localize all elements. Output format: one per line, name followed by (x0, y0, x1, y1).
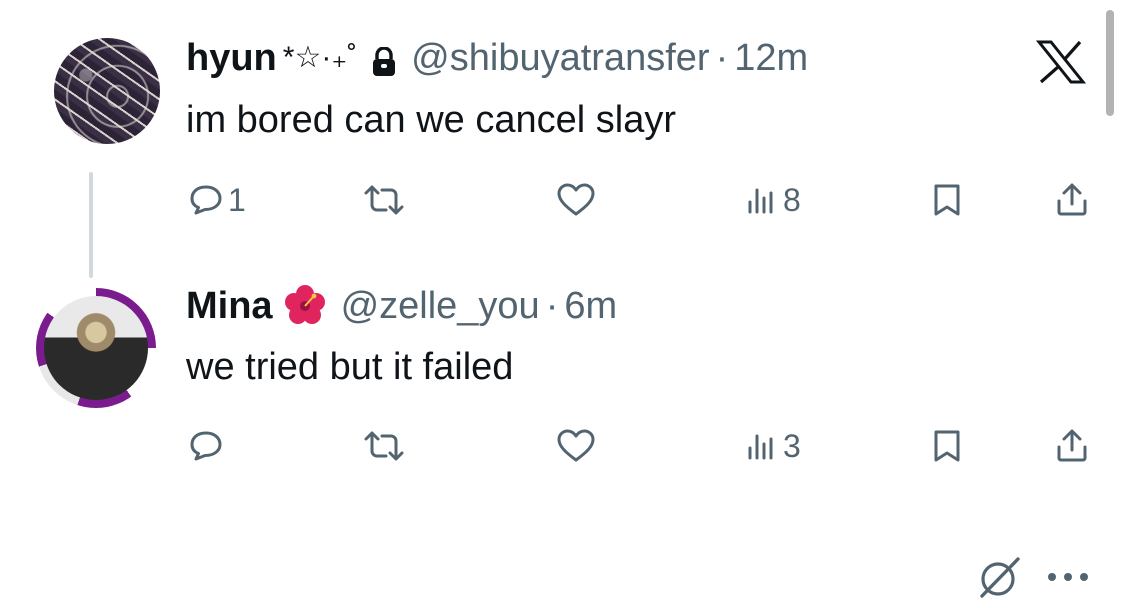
tweet-text: im bored can we cancel slayr (186, 99, 676, 141)
reply-count: 1 (228, 181, 246, 218)
heart-icon (557, 429, 595, 462)
reply-icon (190, 431, 222, 461)
hibiscus-emoji (283, 284, 327, 328)
views-button[interactable]: 8 (745, 178, 801, 222)
handle[interactable]: @zelle_you (341, 284, 540, 328)
share-button[interactable] (1054, 424, 1090, 468)
timestamp[interactable]: 12m (734, 36, 808, 80)
like-button[interactable] (556, 424, 596, 468)
x-logo-icon (1035, 40, 1087, 84)
retweet-icon (364, 431, 404, 461)
bookmark-button[interactable] (930, 424, 964, 468)
bookmark-icon (934, 184, 960, 216)
bookmark-icon (934, 430, 960, 462)
share-icon (1057, 183, 1087, 216)
tweet-header: Mina @zelle_you · 6m (186, 284, 617, 328)
more-icon[interactable] (1045, 570, 1091, 584)
tweet-text: we tried but it failed (186, 346, 514, 388)
grok-icon[interactable] (974, 553, 1024, 603)
separator-dot: · (715, 37, 729, 79)
tweet-header: hyun *☆·₊˚ @shibuyatransfer · 12m (186, 36, 808, 80)
display-name[interactable]: Mina (186, 284, 273, 328)
heart-icon (557, 183, 595, 216)
views-count: 3 (783, 427, 801, 464)
handle[interactable]: @shibuyatransfer (411, 36, 709, 80)
views-icon (748, 434, 773, 460)
reply-button[interactable] (188, 424, 228, 468)
retweet-button[interactable] (362, 424, 406, 468)
reply-button[interactable]: 1 (188, 178, 246, 222)
retweet-button[interactable] (362, 178, 406, 222)
lock-icon (371, 43, 397, 76)
bookmark-button[interactable] (930, 178, 964, 222)
views-count: 8 (783, 181, 801, 218)
action-bar: 1 8 (0, 178, 1125, 222)
like-button[interactable] (556, 178, 596, 222)
views-icon (748, 188, 773, 214)
display-name[interactable]: hyun (186, 36, 277, 80)
reply-icon (190, 185, 222, 215)
retweet-icon (364, 185, 404, 215)
share-icon (1057, 429, 1087, 462)
timestamp[interactable]: 6m (564, 284, 617, 328)
separator-dot: · (545, 285, 559, 327)
action-bar: 3 (0, 424, 1125, 468)
name-decoration: *☆·₊˚ (282, 41, 358, 74)
share-button[interactable] (1054, 178, 1090, 222)
views-button[interactable]: 3 (745, 424, 801, 468)
avatar[interactable] (54, 38, 160, 144)
tweet-1[interactable]: hyun *☆·₊˚ @shibuyatransfer · 12m im bor… (0, 0, 1125, 270)
